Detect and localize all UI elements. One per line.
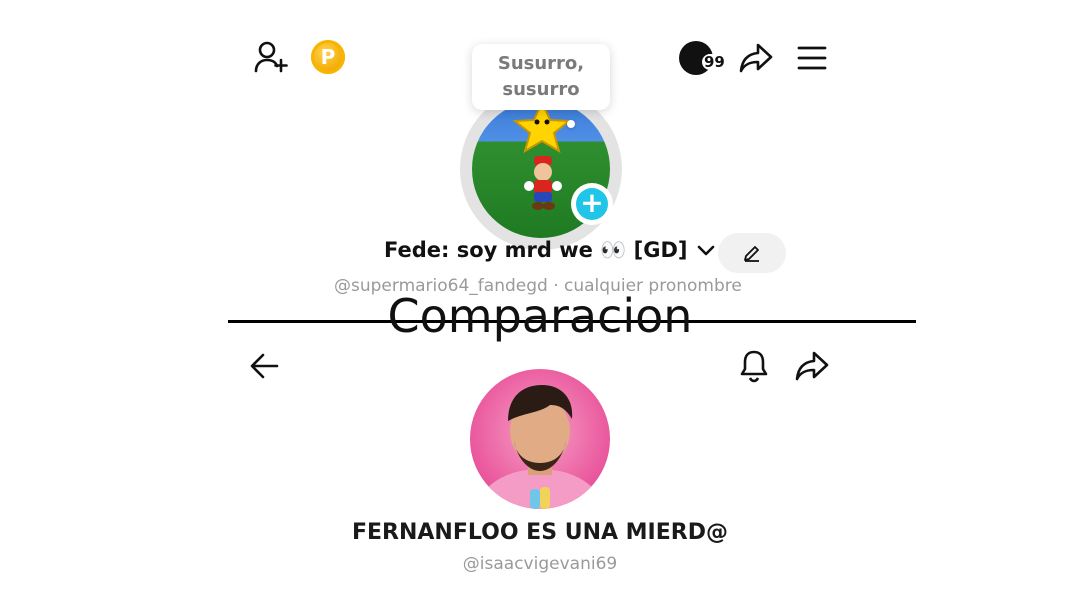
avatar[interactable] <box>470 369 610 509</box>
menu-icon[interactable] <box>796 44 828 72</box>
status-bubble[interactable]: Susurro, susurro <box>472 44 610 110</box>
coins-icon[interactable]: P <box>311 40 345 74</box>
comparison-caption: Comparacion <box>387 289 693 343</box>
activity-icon[interactable]: 99 <box>678 40 727 76</box>
back-arrow-icon[interactable] <box>248 350 282 382</box>
add-friend-icon[interactable] <box>252 40 290 74</box>
plus-icon: + <box>576 188 608 220</box>
display-name: Fede: soy mrd we 👀 [GD] <box>384 238 715 270</box>
comparison-screenshot: P 99 Susurro, susurro + Fede: soy mrd we… <box>0 0 1080 616</box>
display-name: FERNANFLOO ES UNA MIERD@ <box>352 520 728 545</box>
notification-count: 99 <box>702 53 727 71</box>
display-name-text: Fede: soy mrd we 👀 [GD] <box>384 238 688 262</box>
share-icon[interactable] <box>794 350 830 382</box>
username: @isaacvigevani69 <box>462 554 618 574</box>
share-icon[interactable] <box>738 41 774 75</box>
bell-icon[interactable] <box>738 348 770 384</box>
status-line-2: susurro <box>502 79 580 100</box>
bubble-tail <box>567 120 575 128</box>
chevron-down-icon[interactable] <box>697 244 715 258</box>
pencil-icon <box>744 246 759 262</box>
coins-letter: P <box>311 40 345 74</box>
status-line-1: Susurro, <box>497 53 585 74</box>
add-story-button[interactable]: + <box>571 183 613 225</box>
edit-profile-button[interactable] <box>718 233 786 273</box>
